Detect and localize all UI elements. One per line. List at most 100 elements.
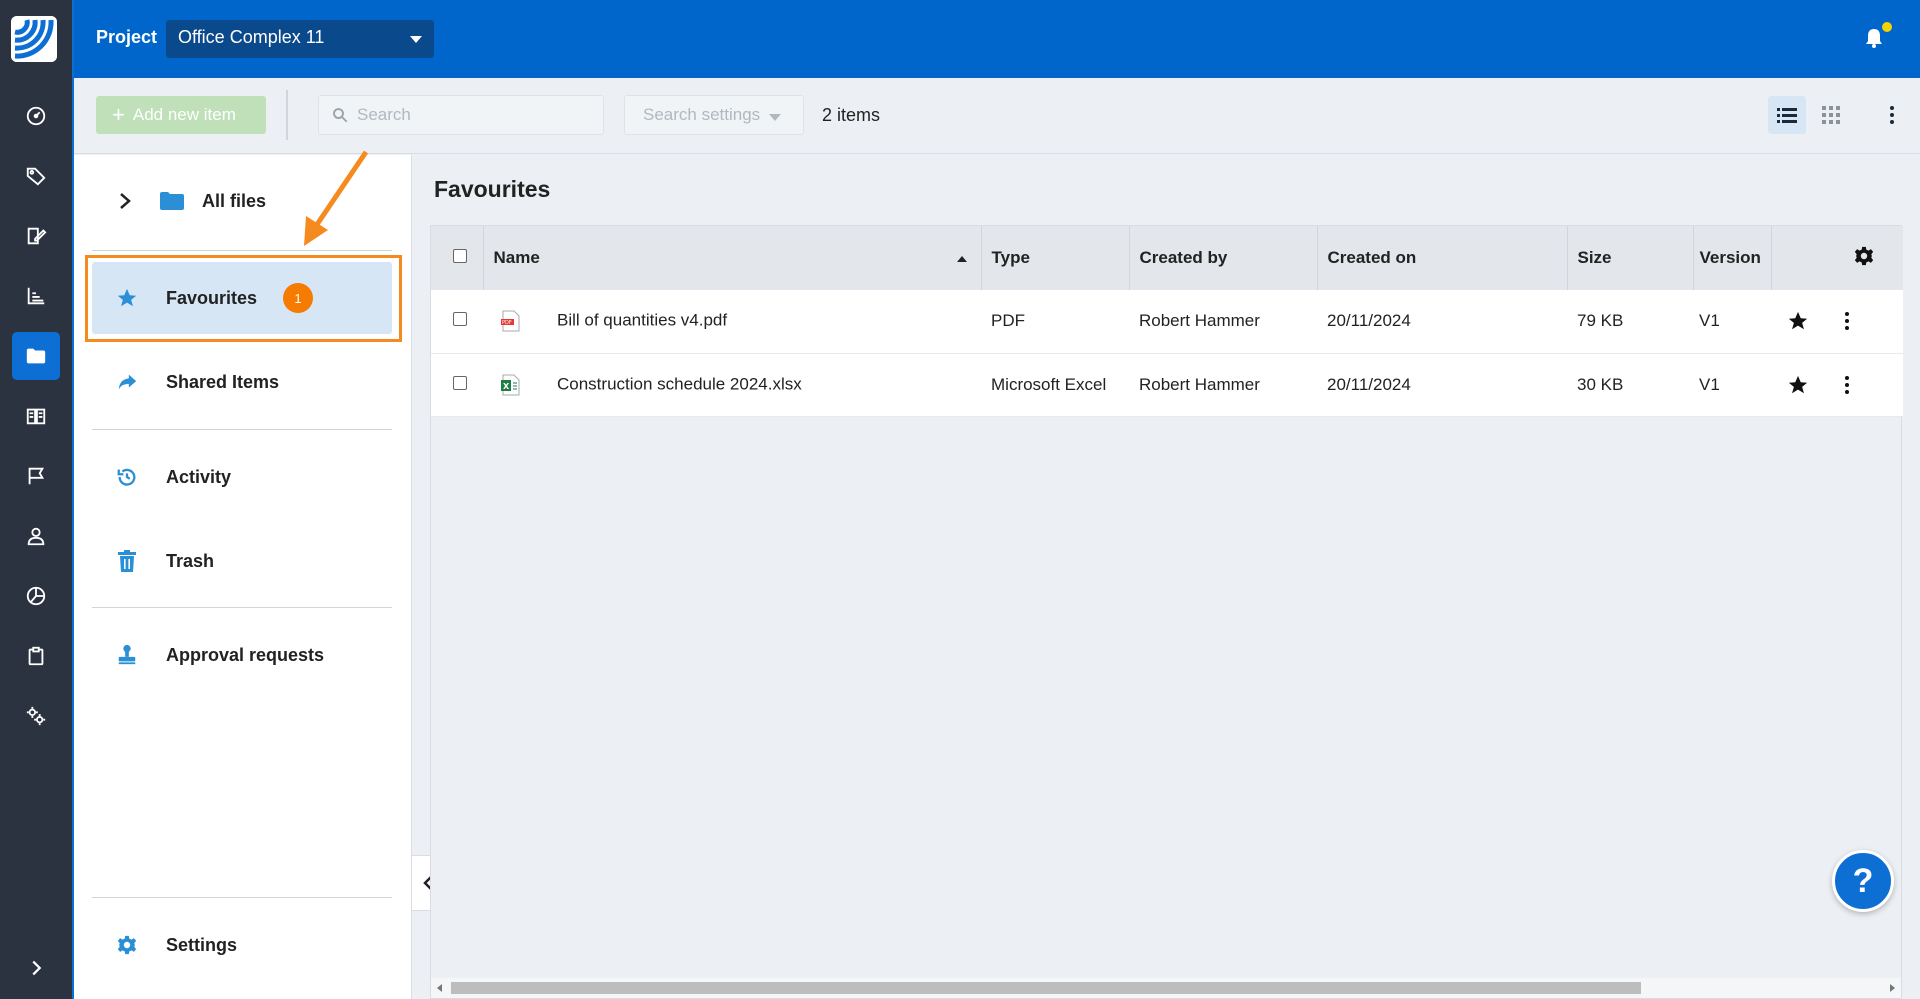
pie-chart-icon[interactable] <box>12 572 60 620</box>
row-checkbox[interactable] <box>453 312 467 327</box>
version-cell: V1 <box>1693 353 1771 417</box>
files-table-container: Name Type Created by Created on Size Ver… <box>430 225 1903 999</box>
svg-text:PDF: PDF <box>502 320 512 326</box>
chevron-right-icon[interactable] <box>118 191 132 211</box>
nav-item-label: Approval requests <box>166 644 325 665</box>
chart-icon[interactable] <box>12 272 60 320</box>
trash-icon <box>116 550 138 572</box>
dashboard-icon[interactable] <box>12 92 60 140</box>
size-cell: 30 KB <box>1567 353 1693 417</box>
star-filled-icon[interactable] <box>1787 374 1809 396</box>
more-vertical-icon <box>1890 106 1894 124</box>
search-box[interactable] <box>318 95 604 135</box>
side-navigation: All files Favourites 1 Shared Items Acti… <box>74 155 412 999</box>
table-row[interactable]: X Construction schedule 2024.xlsx Micros… <box>431 353 1903 417</box>
caret-down-icon <box>769 114 781 121</box>
pdf-icon: PDF <box>501 310 521 332</box>
column-header-created-on[interactable]: Created on <box>1317 226 1568 290</box>
row-actions-cell <box>1771 290 1903 354</box>
more-vertical-icon[interactable] <box>1844 375 1850 395</box>
table-row[interactable]: PDF Bill of quantities v4.pdf PDF Robert… <box>431 290 1903 354</box>
column-header-type[interactable]: Type <box>981 226 1130 290</box>
top-bar: Project Office Complex 11 <box>74 0 1920 78</box>
type-cell: PDF <box>981 290 1129 354</box>
search-settings-label: Search settings <box>643 105 761 124</box>
search-settings-dropdown[interactable]: Search settings <box>624 95 804 135</box>
toolbar: + Add new item Search settings 2 items <box>74 78 1920 154</box>
column-header-created-by[interactable]: Created by <box>1129 226 1318 290</box>
add-new-item-button[interactable]: + Add new item <box>96 96 266 134</box>
toolbar-more-button[interactable] <box>1880 96 1904 134</box>
created-on-cell: 20/11/2024 <box>1317 353 1567 417</box>
select-all-checkbox[interactable] <box>453 249 467 263</box>
toolbar-divider <box>286 90 288 140</box>
help-button[interactable]: ? <box>1832 850 1894 912</box>
edit-document-icon[interactable] <box>12 212 60 260</box>
history-icon <box>116 466 138 488</box>
created-on-cell: 20/11/2024 <box>1317 290 1567 354</box>
more-vertical-icon[interactable] <box>1844 311 1850 331</box>
user-icon[interactable] <box>12 512 60 560</box>
highlight-box <box>85 255 402 342</box>
grid-view-button[interactable] <box>1812 96 1850 134</box>
plus-icon: + <box>112 102 125 127</box>
scroll-right-icon[interactable] <box>1890 984 1895 992</box>
row-actions-cell <box>1771 353 1903 417</box>
project-select[interactable]: Office Complex 11 <box>166 20 434 58</box>
row-checkbox[interactable] <box>453 375 467 390</box>
nav-item-activity[interactable]: Activity <box>92 441 392 513</box>
gear-icon <box>116 934 138 956</box>
created-by-cell: Robert Hammer <box>1129 353 1317 417</box>
app-logo[interactable] <box>11 16 57 62</box>
project-label: Project <box>96 27 158 47</box>
nav-item-trash[interactable]: Trash <box>92 525 392 597</box>
nav-item-approval-requests[interactable]: Approval requests <box>92 619 392 691</box>
documents-icon[interactable] <box>12 392 60 440</box>
excel-icon: X <box>501 374 521 396</box>
nav-divider <box>92 607 392 608</box>
type-cell: Microsoft Excel <box>981 353 1129 417</box>
clipboard-icon[interactable] <box>12 632 60 680</box>
list-view-button[interactable] <box>1768 96 1806 134</box>
scroll-left-icon[interactable] <box>437 984 442 992</box>
nav-item-settings[interactable]: Settings <box>92 909 392 981</box>
search-input[interactable] <box>357 105 587 125</box>
column-header-size[interactable]: Size <box>1567 226 1694 290</box>
nav-divider <box>92 897 392 898</box>
nav-all-files[interactable]: All files <box>202 191 266 212</box>
grid-view-icon <box>1822 106 1840 124</box>
name-cell[interactable]: X Construction schedule 2024.xlsx <box>483 353 981 417</box>
scrollbar-thumb[interactable] <box>451 982 1641 994</box>
horizontal-scrollbar[interactable] <box>431 978 1901 998</box>
files-table: Name Type Created by Created on Size Ver… <box>431 226 1903 417</box>
folder-icon[interactable] <box>12 332 60 380</box>
share-arrow-icon <box>116 371 138 393</box>
nav-divider <box>92 429 392 430</box>
size-cell: 79 KB <box>1567 290 1693 354</box>
column-header-name[interactable]: Name <box>483 226 982 290</box>
version-cell: V1 <box>1693 290 1771 354</box>
svg-text:X: X <box>503 382 510 391</box>
annotation-arrow <box>304 150 369 246</box>
nav-item-label: Activity <box>166 466 232 487</box>
row-select-cell <box>431 353 483 417</box>
column-header-version[interactable]: Version <box>1693 226 1772 290</box>
gear-icon[interactable] <box>1853 245 1875 267</box>
nav-item-label: Shared Items <box>166 371 280 392</box>
left-rail <box>0 0 74 999</box>
column-settings-header <box>1771 226 1903 290</box>
tag-icon[interactable] <box>12 152 60 200</box>
star-filled-icon[interactable] <box>1787 310 1809 332</box>
list-view-icon <box>1777 108 1797 123</box>
flag-icon[interactable] <box>12 452 60 500</box>
nav-item-shared[interactable]: Shared Items <box>92 346 392 418</box>
expand-rail-icon[interactable] <box>12 944 60 992</box>
settings-gears-icon[interactable] <box>12 692 60 740</box>
stamp-icon <box>116 644 138 666</box>
add-new-item-label: Add new item <box>132 105 236 124</box>
nav-divider <box>92 250 392 251</box>
project-name: Office Complex 11 <box>178 27 325 47</box>
name-cell[interactable]: PDF Bill of quantities v4.pdf <box>483 290 981 354</box>
caret-down-icon <box>410 36 422 43</box>
row-select-cell <box>431 290 483 354</box>
